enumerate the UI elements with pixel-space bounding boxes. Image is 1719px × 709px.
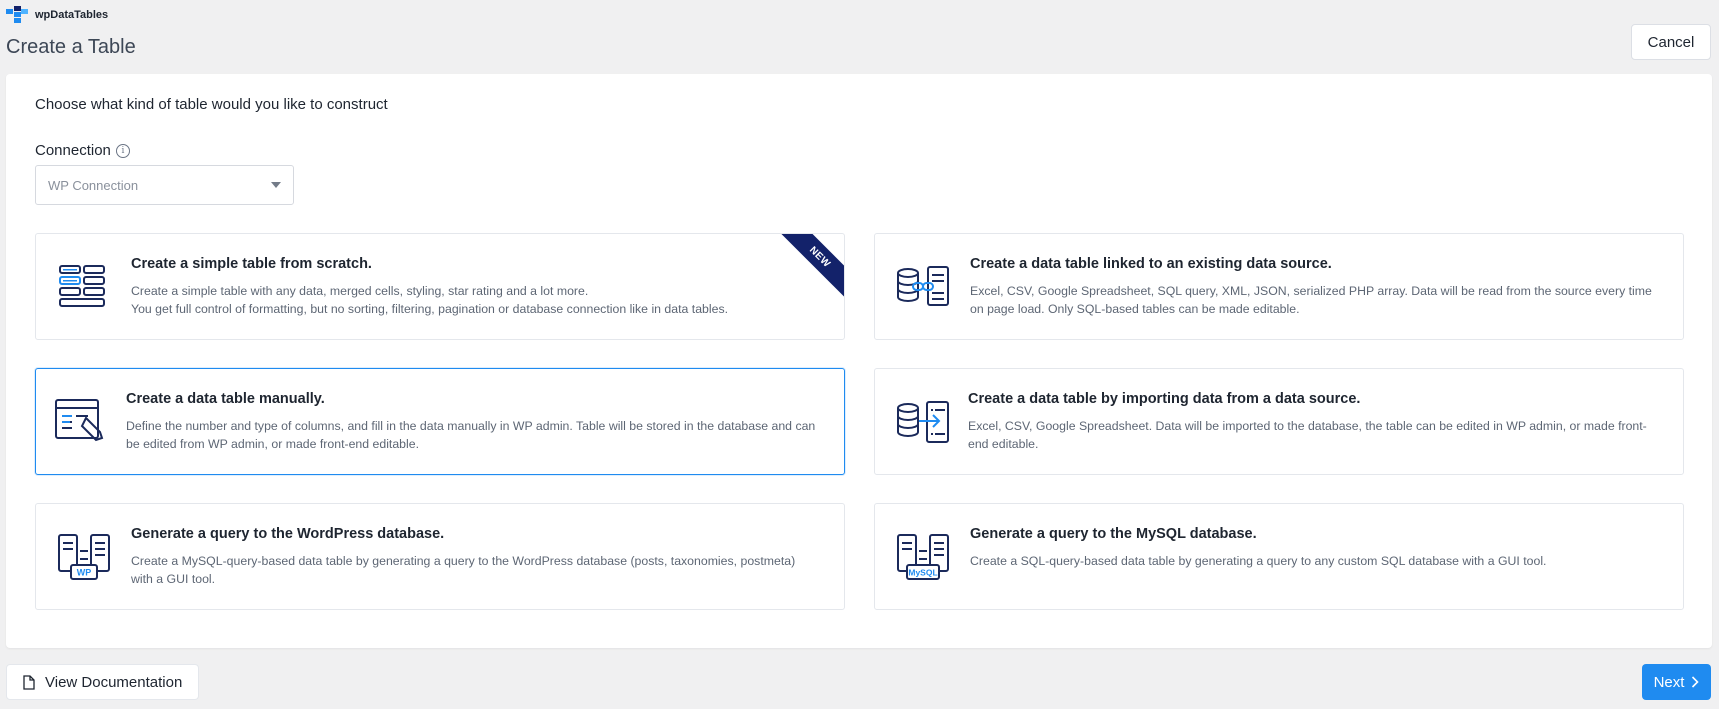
- card-title: Generate a query to the WordPress databa…: [131, 526, 445, 542]
- card-linked-data-source[interactable]: Create a data table linked to an existin…: [874, 233, 1684, 340]
- connection-select[interactable]: WP Connection: [35, 165, 294, 205]
- new-ribbon: NEW: [770, 234, 844, 308]
- page-title: Create a Table: [6, 36, 136, 58]
- chevron-right-icon: [1692, 676, 1700, 688]
- connection-label-text: Connection: [35, 142, 111, 159]
- manual-table-icon: [55, 399, 104, 442]
- view-documentation-button[interactable]: View Documentation: [6, 664, 199, 700]
- card-description-line: You get full control of formatting, but …: [131, 302, 729, 316]
- connection-select-value: WP Connection: [48, 177, 139, 193]
- card-title: Create a simple table from scratch.: [131, 256, 372, 272]
- view-documentation-label: View Documentation: [45, 673, 183, 691]
- info-icon[interactable]: i: [115, 143, 130, 158]
- new-badge: NEW: [770, 234, 844, 308]
- connection-label: Connection i: [35, 142, 130, 159]
- linked-data-source-icon: [897, 266, 949, 306]
- card-simple-table[interactable]: Create a simple table from scratch. Crea…: [35, 233, 845, 340]
- intro-text: Choose what kind of table would you like…: [35, 96, 388, 113]
- card-description: Create a simple table with any data, mer…: [131, 282, 820, 318]
- brand: wpDataTables: [6, 6, 108, 24]
- import-data-icon: [897, 401, 949, 443]
- card-wordpress-query[interactable]: WP Generate a query to the WordPress dat…: [35, 503, 845, 610]
- card-title: Create a data table manually.: [126, 391, 325, 407]
- brand-name: wpDataTables: [35, 9, 109, 21]
- card-manual-table[interactable]: Create a data table manually. Define the…: [35, 368, 845, 475]
- mysql-query-icon: MySQL: [897, 534, 949, 580]
- simple-table-icon: [59, 265, 105, 307]
- card-description-line: Create a simple table with any data, mer…: [131, 284, 589, 298]
- card-description: Excel, CSV, Google Spreadsheet, SQL quer…: [970, 284, 1652, 316]
- card-description: Define the number and type of columns, a…: [126, 419, 816, 451]
- document-icon: [23, 674, 35, 690]
- card-mysql-query[interactable]: MySQL Generate a query to the MySQL data…: [874, 503, 1684, 610]
- wp-icon-label: WP: [77, 568, 92, 578]
- caret-down-icon: [271, 182, 281, 188]
- cancel-button[interactable]: Cancel: [1631, 24, 1711, 60]
- wordpress-query-icon: WP: [58, 534, 110, 580]
- next-button[interactable]: Next: [1642, 664, 1711, 700]
- mysql-icon-label: MySQL: [908, 568, 937, 578]
- card-title: Generate a query to the MySQL database.: [970, 526, 1257, 542]
- card-description: Create a MySQL-query-based data table by…: [131, 554, 796, 586]
- card-description: Excel, CSV, Google Spreadsheet. Data wil…: [968, 419, 1647, 451]
- card-title: Create a data table linked to an existin…: [970, 256, 1332, 272]
- table-type-panel: Choose what kind of table would you like…: [6, 74, 1712, 648]
- card-import-data[interactable]: Create a data table by importing data fr…: [874, 368, 1684, 475]
- card-description: Create a SQL-query-based data table by g…: [970, 554, 1547, 568]
- next-label: Next: [1653, 673, 1685, 691]
- card-title: Create a data table by importing data fr…: [968, 391, 1361, 407]
- wpdatatables-logo-icon: [6, 6, 28, 23]
